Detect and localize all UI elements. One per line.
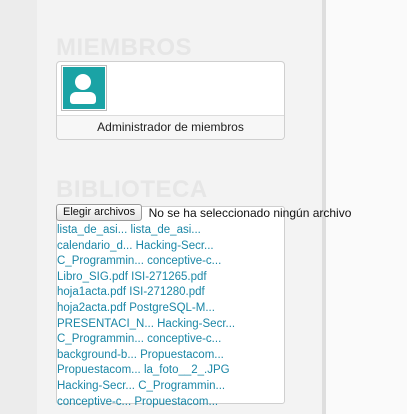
file-link[interactable]: background-b... [57,349,137,361]
file-link[interactable]: la_foto__2_.JPG [144,364,230,376]
file-link[interactable]: Propuestacom... [140,349,224,361]
file-link[interactable]: C_Programmin... [57,255,144,267]
file-link[interactable]: conceptive-c... [147,333,221,345]
file-row: calendario_d... Hacking-Secr... [57,239,235,255]
file-link[interactable]: hoja1acta.pdf [57,286,126,298]
file-row: Hacking-Secr... C_Programmin... [57,379,235,395]
file-link[interactable]: conceptive-c... [57,396,131,408]
file-row: Propuestacom... la_foto__2_.JPG [57,363,235,379]
file-link[interactable]: Hacking-Secr... [57,380,135,392]
library-file-list: lista_de_asi... lista_de_asi... calendar… [57,223,235,410]
file-link[interactable]: Hacking-Secr... [157,318,235,330]
user-silhouette-icon [63,67,105,109]
file-link[interactable]: lista_de_asi... [57,224,127,236]
members-widget: Administrador de miembros [56,61,285,140]
file-row: hoja2acta.pdf PostgreSQL-M... [57,301,235,317]
file-link[interactable]: lista_de_asi... [131,224,201,236]
file-upload-control: Elegir archivos No se ha seleccionado ni… [56,204,351,222]
file-link[interactable]: ISI-271280.pdf [129,286,204,298]
choose-files-button[interactable]: Elegir archivos [56,204,143,222]
file-row: conceptive-c... Propuestacom... [57,395,235,411]
file-link[interactable]: calendario_d... [57,240,132,252]
library-section-title: BIBLIOTECA [56,176,208,203]
file-link[interactable]: hoja2acta.pdf [57,302,126,314]
file-link[interactable]: conceptive-c... [147,255,221,267]
no-file-status: No se ha seleccionado ningún archivo [148,205,352,220]
file-link[interactable]: PRESENTACI_N... [57,318,154,330]
file-link[interactable]: Propuestacom... [134,396,218,408]
file-row: lista_de_asi... lista_de_asi... [57,223,235,239]
file-row: hoja1acta.pdf ISI-271280.pdf [57,285,235,301]
members-section-title: MIEMBROS [56,34,192,61]
file-link[interactable]: ISI-271265.pdf [131,271,206,283]
file-row: C_Programmin... conceptive-c... [57,332,235,348]
members-admin-link[interactable]: Administrador de miembros [57,115,284,139]
file-link[interactable]: PostgreSQL-M... [129,302,215,314]
file-row: PRESENTACI_N... Hacking-Secr... [57,317,235,333]
member-avatar[interactable] [61,65,107,111]
file-link[interactable]: Libro_SIG.pdf [57,271,128,283]
file-row: C_Programmin... conceptive-c... [57,254,235,270]
file-row: Libro_SIG.pdf ISI-271265.pdf [57,270,235,286]
file-link[interactable]: Hacking-Secr... [136,240,214,252]
file-link[interactable]: C_Programmin... [138,380,225,392]
file-link[interactable]: Propuestacom... [57,364,141,376]
file-row: background-b... Propuestacom... [57,348,235,364]
file-link[interactable]: C_Programmin... [57,333,144,345]
